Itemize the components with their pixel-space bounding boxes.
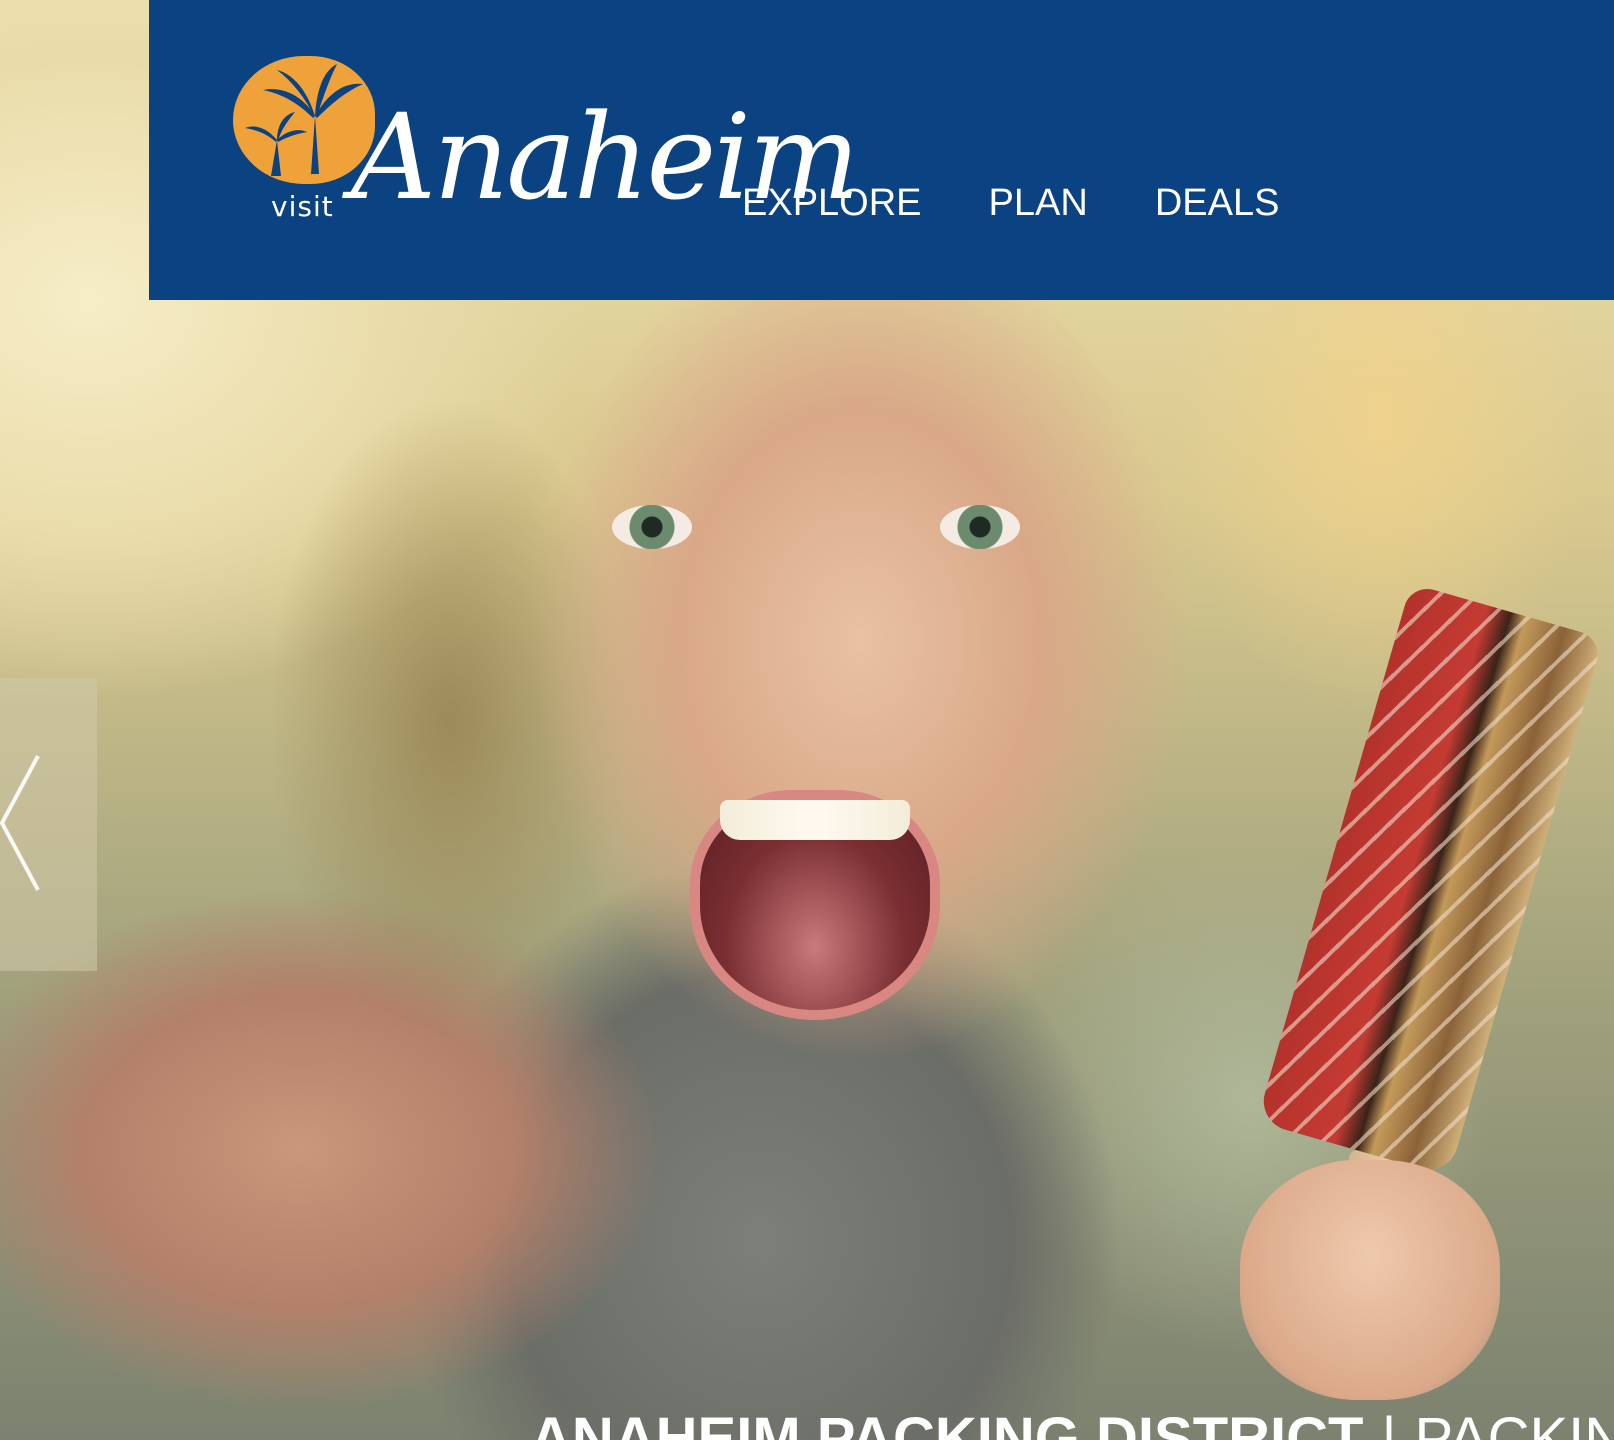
- caption-subtitle: PACKING H: [1414, 1406, 1614, 1440]
- visit-anaheim-logo[interactable]: visit Anaheim: [233, 50, 860, 240]
- page: visit Anaheim EXPLORE PLAN DEALS ANAHEIM…: [0, 0, 1614, 1440]
- slider-prev-button[interactable]: [0, 678, 97, 971]
- nav-deals[interactable]: DEALS: [1155, 184, 1280, 222]
- logo-visit-text: visit: [271, 190, 334, 223]
- hero-hand: [1240, 1160, 1500, 1400]
- caption-separator: |: [1381, 1406, 1397, 1440]
- site-header: visit Anaheim EXPLORE PLAN DEALS: [149, 0, 1614, 300]
- hero-popsicle: [1256, 583, 1604, 1177]
- chevron-left-icon: [0, 755, 40, 891]
- hero-teeth: [720, 800, 910, 840]
- nav-explore[interactable]: EXPLORE: [742, 184, 922, 222]
- hero-eye-right: [940, 505, 1020, 549]
- caption-title: ANAHEIM PACKING DISTRICT: [530, 1406, 1364, 1440]
- nav-plan[interactable]: PLAN: [989, 184, 1088, 222]
- hero-eye-left: [612, 505, 692, 549]
- main-nav: EXPLORE PLAN DEALS: [742, 184, 1279, 222]
- slide-caption: ANAHEIM PACKING DISTRICT|PACKING H: [530, 1410, 1614, 1440]
